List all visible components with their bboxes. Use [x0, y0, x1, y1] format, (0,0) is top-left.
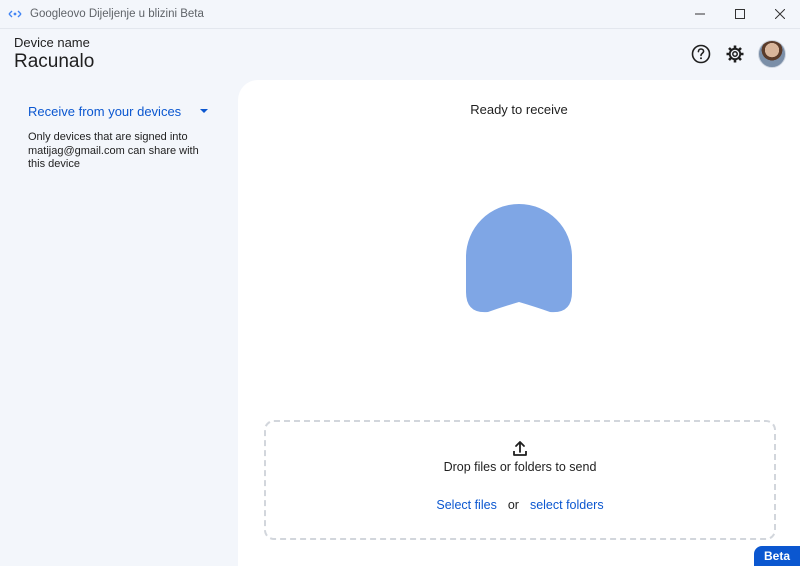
settings-icon — [726, 45, 744, 63]
ready-status: Ready to receive — [470, 102, 568, 117]
device-placeholder-icon — [466, 204, 572, 313]
close-button[interactable] — [760, 0, 800, 28]
device-name-label: Device name — [14, 35, 90, 50]
select-actions: Select files or select folders — [266, 498, 774, 512]
beta-badge: Beta — [754, 546, 800, 566]
close-icon — [775, 9, 785, 19]
window-controls — [680, 0, 800, 28]
upload-icon — [513, 441, 527, 456]
header-actions — [680, 40, 786, 68]
select-files-link[interactable]: Select files — [436, 498, 496, 512]
chevron-down-icon — [200, 109, 208, 113]
drop-zone[interactable]: Drop files or folders to send Select fil… — [264, 420, 776, 540]
main-panel: Ready to receive Drop files or folders t… — [238, 80, 800, 566]
help-button[interactable] — [688, 41, 714, 67]
minimize-icon — [695, 13, 705, 15]
receive-mode-dropdown[interactable]: Receive from your devices — [28, 102, 212, 120]
device-name: Racunalo — [14, 51, 95, 72]
avatar[interactable] — [758, 40, 786, 68]
settings-button[interactable] — [722, 41, 748, 67]
title-bar: Googleovo Dijeljenje u blizini Beta — [0, 0, 800, 29]
or-separator: or — [507, 498, 519, 512]
select-folders-link[interactable]: select folders — [530, 498, 604, 512]
receive-mode-label: Receive from your devices — [28, 103, 182, 119]
minimize-button[interactable] — [680, 0, 720, 28]
maximize-button[interactable] — [720, 0, 760, 28]
drop-instructions: Drop files or folders to send — [443, 460, 597, 474]
maximize-icon — [735, 9, 745, 19]
window-title: Googleovo Dijeljenje u blizini Beta — [30, 8, 204, 20]
help-icon — [691, 44, 711, 64]
nearby-share-icon — [8, 9, 22, 19]
visibility-note: Only devices that are signed into matija… — [28, 131, 199, 170]
